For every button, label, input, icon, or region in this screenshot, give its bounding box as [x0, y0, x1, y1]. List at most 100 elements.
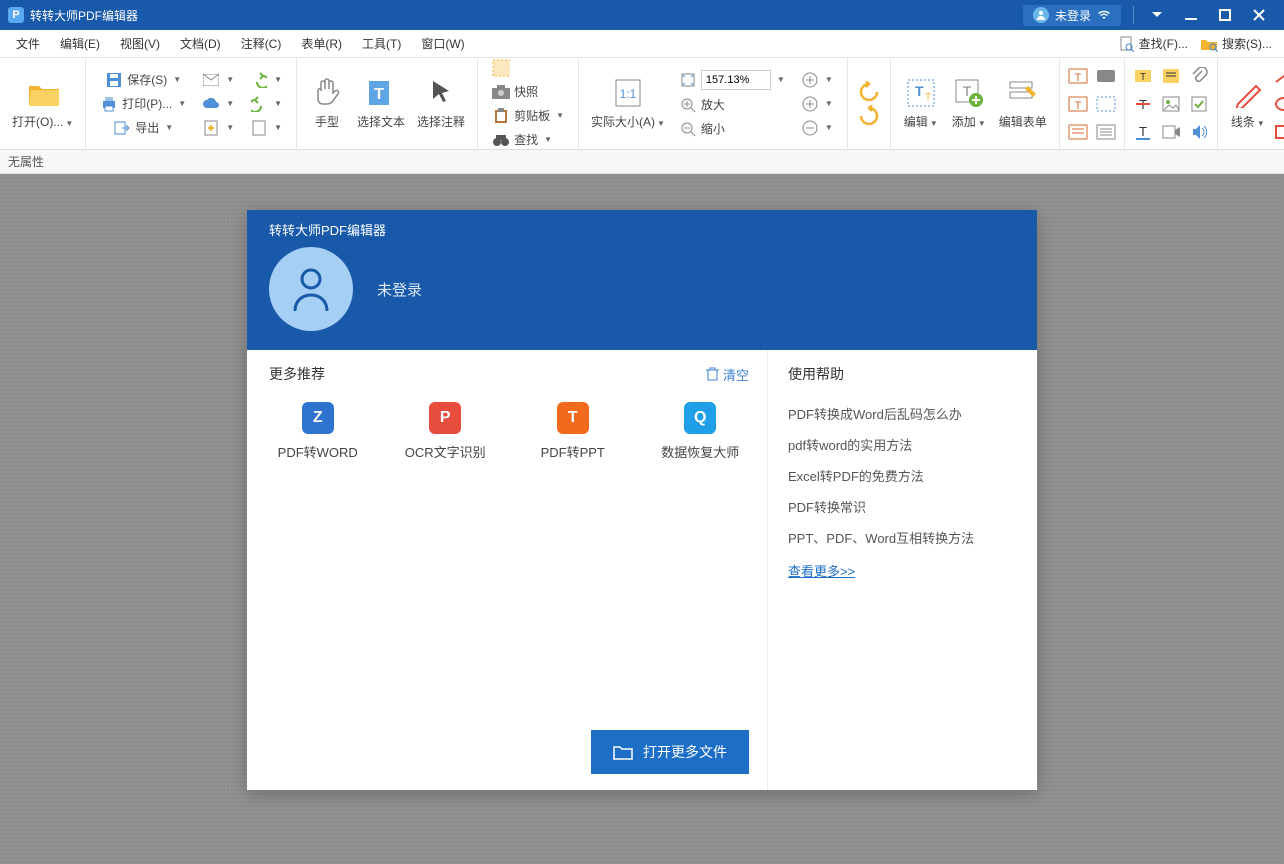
minimize-button[interactable]: [1174, 0, 1208, 30]
recommendation-item[interactable]: Q数据恢复大师: [652, 402, 750, 461]
undo-icon: [250, 71, 268, 89]
clipboard-button[interactable]: 剪贴板▼: [488, 105, 568, 127]
plus-circle-icon: [801, 95, 819, 113]
card-title: 转转大师PDF编辑器: [269, 220, 1019, 239]
rect-tool[interactable]: [1272, 120, 1284, 144]
zoom-plus-button[interactable]: ▼: [797, 69, 837, 91]
button-icon: [1096, 67, 1116, 85]
login-badge[interactable]: 未登录: [1023, 5, 1121, 26]
open-more-files-button[interactable]: 打开更多文件: [591, 730, 749, 774]
avatar-icon[interactable]: [269, 247, 353, 331]
note-icon: [1161, 67, 1181, 85]
line-tool[interactable]: [1272, 64, 1284, 88]
menu-tools[interactable]: 工具(T): [352, 31, 411, 56]
recommendation-item[interactable]: POCR文字识别: [397, 402, 495, 461]
zoom-minus-button[interactable]: ▼: [797, 117, 837, 139]
save-button[interactable]: 保存(S)▼: [101, 69, 185, 91]
zoom-in-button[interactable]: 放大: [675, 94, 729, 116]
image-icon: [1161, 95, 1181, 113]
actual-size-button[interactable]: 1:1实际大小(A)▼: [585, 73, 671, 134]
zoom-input[interactable]: [701, 70, 771, 90]
rect-icon: [1274, 123, 1284, 141]
card-header: 转转大师PDF编辑器 未登录: [247, 210, 1037, 350]
textbox-tool[interactable]: T: [1066, 64, 1090, 88]
checkbox-tool[interactable]: [1187, 92, 1211, 116]
help-link[interactable]: Excel转PDF的免费方法: [788, 460, 1017, 491]
fit-page-button[interactable]: ▼: [675, 68, 789, 92]
help-link[interactable]: PDF转换成Word后乱码怎么办: [788, 398, 1017, 429]
svg-text:T: T: [925, 92, 931, 103]
menu-file[interactable]: 文件: [6, 31, 50, 56]
edit-button[interactable]: TT编辑▼: [897, 73, 945, 134]
ellipse-tool[interactable]: [1272, 92, 1284, 116]
line-icon: [1274, 67, 1284, 85]
print-button[interactable]: 打印(P)...▼: [96, 93, 190, 115]
note-tool[interactable]: [1159, 64, 1183, 88]
menu-document[interactable]: 文档(D): [170, 31, 231, 56]
login-status[interactable]: 未登录: [377, 279, 422, 300]
redo-button[interactable]: ▼: [246, 93, 286, 115]
video-tool[interactable]: [1159, 120, 1183, 144]
help-more-link[interactable]: 查看更多>>: [788, 553, 855, 588]
menu-edit[interactable]: 编辑(E): [50, 31, 110, 56]
zoom-out-button[interactable]: 缩小: [675, 118, 729, 140]
list-tool[interactable]: [1094, 120, 1118, 144]
snapshot-button[interactable]: 快照: [488, 81, 542, 103]
welcome-card: 转转大师PDF编辑器 未登录 更多推荐 清空 ZPDF转WORD POCR文字识别…: [247, 210, 1037, 790]
rotate-ccw-icon: [858, 81, 880, 103]
link-tool[interactable]: [1094, 92, 1118, 116]
highlight-tool[interactable]: T: [1131, 64, 1155, 88]
svg-text:T: T: [374, 86, 384, 103]
undo-button[interactable]: ▼: [246, 69, 286, 91]
edit-form-button[interactable]: 编辑表单: [993, 73, 1053, 134]
cloud-button[interactable]: ▼: [198, 93, 238, 115]
hand-tool[interactable]: 手型: [303, 73, 351, 134]
blank-button[interactable]: ▼: [246, 117, 286, 139]
strikeout-tool[interactable]: T: [1131, 92, 1155, 116]
new-button[interactable]: ▼: [198, 117, 238, 139]
maximize-button[interactable]: [1208, 0, 1242, 30]
open-button[interactable]: 打开(O)...▼: [6, 73, 79, 134]
more-recommendations-label: 更多推荐: [269, 364, 325, 384]
button-tool[interactable]: [1094, 64, 1118, 88]
cursor-icon: [425, 77, 457, 109]
recommendation-item[interactable]: ZPDF转WORD: [269, 402, 367, 461]
menu-window[interactable]: 窗口(W): [411, 31, 474, 56]
select-text-tool[interactable]: T选择文本: [351, 73, 411, 134]
hand-icon: [311, 77, 343, 109]
add-button[interactable]: T添加▼: [945, 73, 993, 134]
mail-button[interactable]: ▼: [198, 69, 238, 91]
paperclip-icon: [1190, 67, 1208, 85]
menu-view[interactable]: 视图(V): [110, 31, 170, 56]
search-button[interactable]: 搜索(S)...: [1194, 33, 1278, 54]
select-annotation-tool[interactable]: 选择注释: [411, 73, 471, 134]
find-tool-button[interactable]: 查找▼: [488, 129, 556, 151]
menu-form[interactable]: 表单(R): [291, 31, 352, 56]
recommendation-item[interactable]: TPDF转PPT: [524, 402, 622, 461]
app-tile-icon: Q: [684, 402, 716, 434]
close-button[interactable]: [1242, 0, 1276, 30]
rotate-ccw-button[interactable]: [858, 81, 880, 103]
lines-button[interactable]: 线条▼: [1224, 73, 1272, 134]
help-link[interactable]: PPT、PDF、Word互相转换方法: [788, 522, 1017, 553]
textfield-tool[interactable]: T: [1066, 92, 1090, 116]
marquee-button[interactable]: [488, 57, 514, 79]
audio-icon: [1190, 123, 1208, 141]
menu-comment[interactable]: 注释(C): [231, 31, 292, 56]
attachment-tool[interactable]: [1187, 64, 1211, 88]
avatar-icon: [1033, 7, 1049, 23]
zoom-plus-button-2[interactable]: ▼: [797, 93, 837, 115]
help-link[interactable]: PDF转换常识: [788, 491, 1017, 522]
textfield-icon: T: [1068, 95, 1088, 113]
find-button[interactable]: 查找(F)...: [1113, 33, 1194, 54]
underline-icon: T: [1133, 123, 1153, 141]
underline-tool[interactable]: T: [1131, 120, 1155, 144]
help-link[interactable]: pdf转word的实用方法: [788, 429, 1017, 460]
clear-button[interactable]: 清空: [706, 365, 749, 384]
texthighlight-tool[interactable]: [1066, 120, 1090, 144]
dropdown-button[interactable]: [1140, 0, 1174, 30]
image-tool[interactable]: [1159, 92, 1183, 116]
audio-tool[interactable]: [1187, 120, 1211, 144]
rotate-cw-button[interactable]: [858, 105, 880, 127]
export-button[interactable]: 导出▼: [109, 117, 177, 139]
